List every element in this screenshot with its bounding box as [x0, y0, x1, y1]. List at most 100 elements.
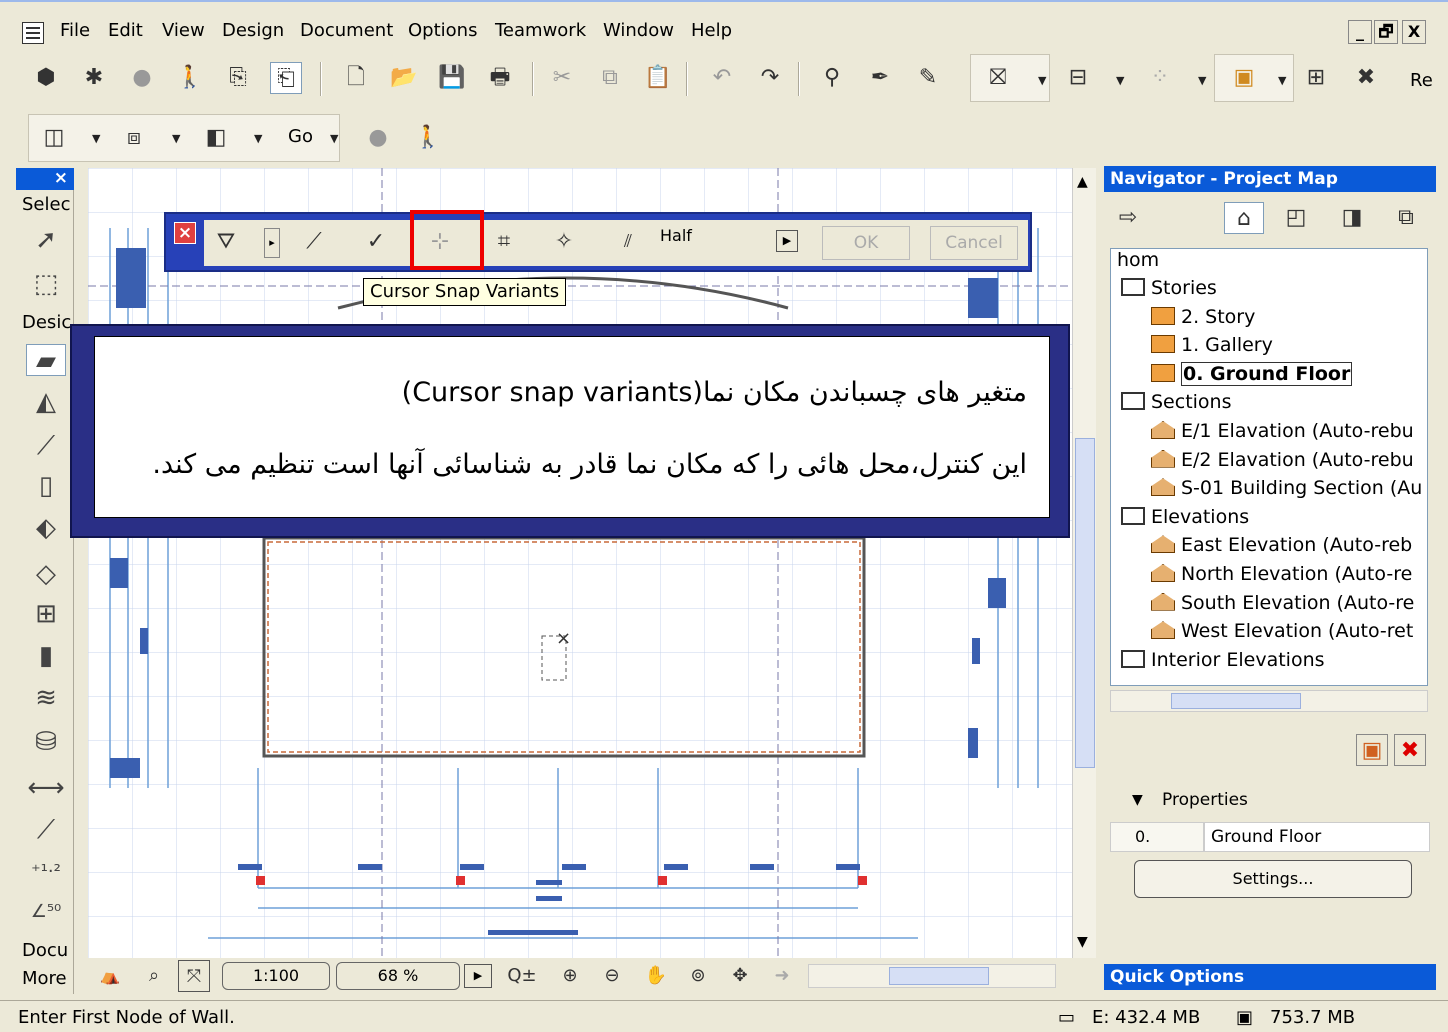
expand-arrow-icon[interactable]: ▸	[264, 228, 280, 258]
straight-wall-icon[interactable]: ⟋	[298, 226, 330, 258]
walk-icon[interactable]: 🚶	[412, 122, 444, 154]
menu-edit[interactable]: Edit	[108, 20, 143, 41]
snap-half-icon[interactable]: ⫽	[612, 226, 644, 258]
bent-wall-icon[interactable]: ✓	[360, 226, 392, 258]
tree-item[interactable]: E/2 Elavation (Auto-rebu	[1151, 449, 1414, 471]
window-tool-icon[interactable]: ⊞	[26, 598, 66, 630]
canvas-vertical-scrollbar[interactable]: ▲ ▼	[1072, 168, 1096, 958]
tree-item[interactable]: East Elevation (Auto-reb	[1151, 534, 1412, 556]
menu-file[interactable]: File	[60, 20, 90, 41]
h-scroll-thumb[interactable]	[889, 967, 989, 985]
dropdown-arrow-icon[interactable]: ▼	[92, 132, 100, 145]
undo-icon[interactable]: ↶	[706, 62, 738, 94]
walk-icon[interactable]: 🚶	[174, 62, 206, 94]
layout-book-icon[interactable]: ◨	[1336, 202, 1368, 234]
3d-window-icon[interactable]: ⬢	[30, 62, 62, 94]
blob-icon[interactable]: ●	[126, 62, 158, 94]
previous-zoom-icon[interactable]: ✥	[724, 960, 756, 992]
marquee-icon[interactable]: ⛝	[982, 62, 1014, 94]
tree-item[interactable]: Elevations	[1121, 506, 1249, 528]
column-tool-icon[interactable]: ▯	[26, 470, 66, 502]
line-tool-icon[interactable]: ⟋	[26, 814, 66, 846]
restore-button[interactable]: 🗗	[1374, 20, 1398, 44]
pen-set-icon[interactable]: ▣	[1228, 62, 1260, 94]
tree-item[interactable]: S-01 Building Section (Au	[1151, 477, 1422, 499]
preview-icon[interactable]: ⌕	[138, 960, 170, 992]
floor-plan-icon[interactable]: ◫	[38, 122, 70, 154]
object-tool-icon[interactable]: ⛁	[26, 726, 66, 758]
canvas-horizontal-scrollbar[interactable]	[808, 964, 1056, 988]
menu-document[interactable]: Document	[300, 20, 393, 41]
paste-icon[interactable]: 📋	[642, 62, 674, 94]
dropdown-arrow-icon[interactable]: ▼	[330, 132, 338, 145]
zoom-fit-icon[interactable]: Q±	[506, 960, 538, 992]
tree-item[interactable]: North Elevation (Auto-re	[1151, 563, 1412, 585]
next-zoom-icon[interactable]: ➜	[766, 960, 798, 992]
save-icon[interactable]: 💾	[436, 62, 468, 94]
close-button[interactable]: X	[1402, 20, 1426, 44]
dropdown-arrow-icon[interactable]: ▼	[172, 132, 180, 145]
geometry-method-icon[interactable]: ⛛	[210, 226, 242, 258]
tree-item[interactable]: Interior Elevations	[1121, 649, 1325, 671]
wall-tool-icon[interactable]: ▰	[26, 344, 66, 376]
menu-design[interactable]: Design	[222, 20, 284, 41]
project-tree[interactable]: hom Stories 2. Story 1. Gallery 0. Ground F…	[1110, 248, 1428, 686]
dropdown-arrow-icon[interactable]: ▼	[254, 132, 262, 145]
scroll-thumb[interactable]	[1075, 438, 1095, 768]
fit-window-icon[interactable]: ⊚	[682, 960, 714, 992]
zoom-in-icon[interactable]: ⊕	[554, 960, 586, 992]
level-dimension-icon[interactable]: ⁺¹·²	[26, 856, 66, 888]
quick-options-titlebar[interactable]: Quick Options	[1104, 964, 1436, 990]
angle-dimension-icon[interactable]: ∠⁵⁰	[26, 896, 66, 928]
document-icon[interactable]	[22, 22, 44, 44]
info-close-icon[interactable]: ×	[174, 222, 196, 244]
marquee-tool-icon[interactable]: ⬚	[26, 268, 66, 300]
zoom-field[interactable]: 68 %	[336, 962, 460, 990]
dropdown-arrow-icon[interactable]: ▼	[1278, 74, 1286, 87]
tree-item[interactable]: E/1 Elavation (Auto-rebu	[1151, 420, 1414, 442]
orientation-icon[interactable]: ⤧	[178, 960, 210, 992]
tree-horizontal-scrollbar[interactable]	[1110, 690, 1428, 712]
beam-tool-icon[interactable]: ⟋	[26, 430, 66, 462]
tree-item[interactable]: 2. Story	[1151, 306, 1255, 328]
arrow-tool-icon[interactable]: ➚	[26, 224, 66, 256]
cut-icon[interactable]: ✂	[546, 62, 578, 94]
scroll-up-icon[interactable]: ▲	[1077, 174, 1088, 190]
slab-tool-icon[interactable]: ◭	[26, 386, 66, 418]
zoom-out-icon[interactable]: ⊖	[596, 960, 628, 992]
magic-wand-icon[interactable]: ✧	[548, 226, 580, 258]
tree-item[interactable]: Stories	[1121, 277, 1217, 299]
pin-icon[interactable]: ✱	[78, 62, 110, 94]
tree-item[interactable]: West Elevation (Auto-ret	[1151, 620, 1413, 642]
menu-help[interactable]: Help	[691, 20, 732, 41]
roof-tool-icon[interactable]: ⬖	[26, 512, 66, 544]
publisher-icon[interactable]: ⧉	[1390, 202, 1422, 234]
ok-button[interactable]: OK	[822, 226, 910, 260]
view-map-icon[interactable]: ◰	[1280, 202, 1312, 234]
floor-plan-canvas[interactable]: ×	[88, 168, 1072, 958]
more-section-label[interactable]: More	[22, 968, 67, 989]
scale-icon[interactable]: ⊞	[1300, 62, 1332, 94]
zoom-dropdown-icon[interactable]: ▶	[464, 964, 492, 988]
syringe-icon[interactable]: ✎	[912, 62, 944, 94]
navigator-popup-icon[interactable]: ⇨	[1112, 202, 1144, 234]
project-map-icon[interactable]: ⌂	[1224, 202, 1264, 234]
story-name-field[interactable]: Ground Floor	[1204, 822, 1430, 852]
settings-button[interactable]: Settings...	[1134, 860, 1412, 898]
explore-icon[interactable]: ●	[362, 122, 394, 154]
minimize-button[interactable]: _	[1348, 20, 1372, 44]
3d-view-icon[interactable]: ⧈	[118, 122, 150, 154]
grid-snap-icon[interactable]: ⌗	[488, 226, 520, 258]
redo-icon[interactable]: ↷	[754, 62, 786, 94]
tree-item[interactable]: 1. Gallery	[1151, 334, 1273, 356]
story-icon[interactable]: ⛺	[94, 960, 126, 992]
menu-view[interactable]: View	[162, 20, 205, 41]
dropdown-arrow-icon[interactable]: ▼	[1038, 74, 1046, 87]
toolbox-close-icon[interactable]: ×	[54, 168, 68, 188]
tree-item[interactable]: South Elevation (Auto-re	[1151, 592, 1414, 614]
dimension-tool-icon[interactable]: ⟷	[26, 772, 66, 804]
go-button[interactable]: Go	[288, 126, 313, 147]
open-folder-icon[interactable]: 📂	[388, 62, 420, 94]
new-file-icon[interactable]: 🗋	[340, 62, 372, 94]
scale-field[interactable]: 1:100	[222, 962, 330, 990]
